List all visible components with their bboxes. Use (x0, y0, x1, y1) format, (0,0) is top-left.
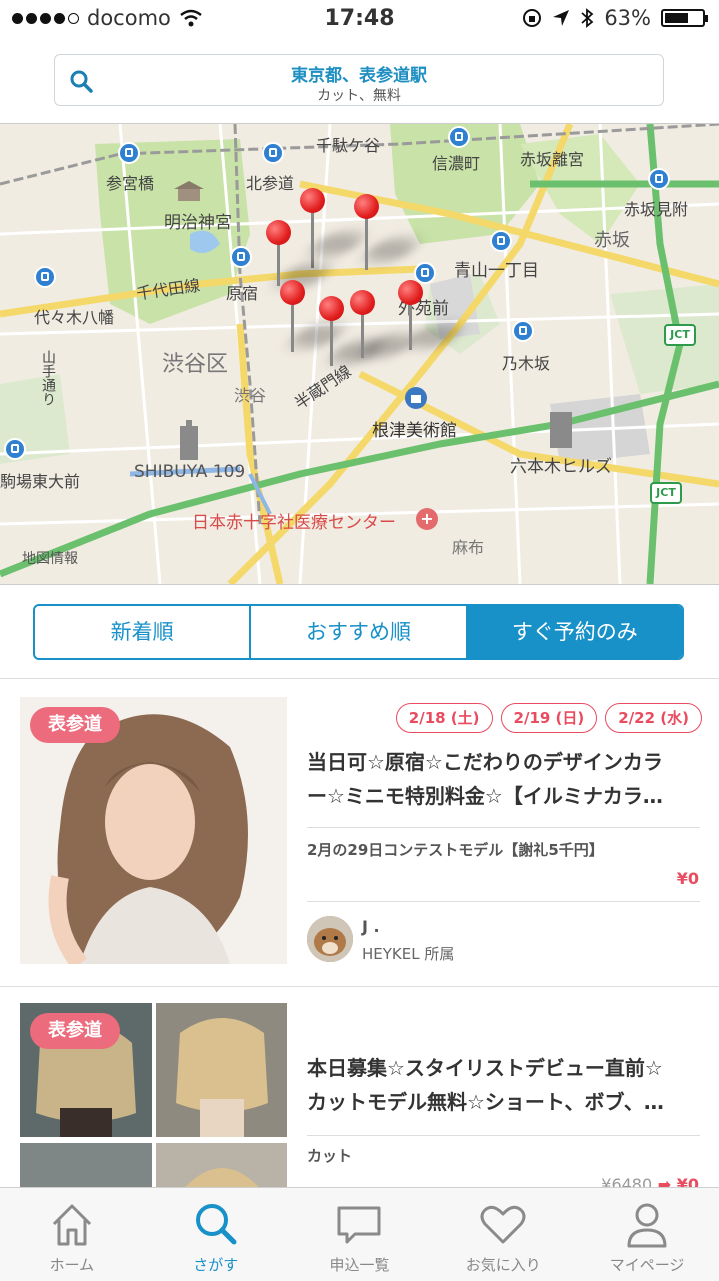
tab-applications[interactable]: 申込一覧 (288, 1188, 432, 1281)
tab-mypage[interactable]: マイページ (575, 1188, 719, 1281)
listing-card[interactable]: 表参道 2/18 (土) 2/19 (日) 2/22 (水) 当日可☆原宿☆こだ… (0, 679, 719, 985)
map-label: 原宿 (226, 284, 259, 303)
search-conditions: カット、無料 (317, 88, 401, 104)
area-badge: 表参道 (30, 707, 120, 743)
map-label: 信濃町 (432, 154, 481, 173)
map-label: 参宮橋 (106, 174, 155, 193)
date-chip: 2/22 (水) (605, 703, 702, 733)
station-icon (34, 266, 56, 288)
listing-card[interactable]: 表参道 本日募集☆スタイリストデビュー直前☆ カットモデル無料☆ショート、ボブ、… (0, 987, 719, 1194)
battery-icon (661, 9, 708, 27)
listing-title-line: カットモデル無料☆ショート、ボブ、… (307, 1090, 664, 1114)
map-label: 明治神宮 (164, 213, 232, 233)
chat-bubble-icon (337, 1206, 381, 1244)
battery-percent: 63% (604, 6, 651, 30)
tab-bar: ホーム さがす 申込一覧 お気に入り マイページ (0, 1187, 719, 1281)
sort-tab-newest[interactable]: 新着順 (35, 606, 252, 658)
divider (307, 901, 700, 902)
search-location: 東京都、表参道駅 (291, 66, 427, 86)
tab-search[interactable]: さがす (144, 1188, 288, 1281)
map-label: 山手通り (40, 350, 56, 406)
station-icon (230, 246, 252, 268)
station-icon (512, 320, 534, 342)
heart-icon (480, 1205, 526, 1244)
date-chip: 2/19 (日) (500, 703, 598, 733)
divider (307, 1135, 700, 1136)
stylist-shop: HEYKEL 所属 (362, 945, 455, 963)
station-icon (4, 438, 26, 460)
tab-label: 申込一覧 (329, 1256, 390, 1274)
listing-menu: 2月の29日コンテストモデル【謝礼5千円】 (307, 841, 604, 859)
station-icon (414, 262, 436, 284)
divider (307, 827, 700, 828)
map-label: 赤坂離宮 (520, 150, 585, 169)
map-label: 赤坂 (594, 230, 630, 251)
search-box[interactable]: 東京都、表参道駅 カット、無料 (54, 54, 664, 106)
listing-title-line: 当日可☆原宿☆こだわりのデザインカラ (307, 750, 663, 774)
station-icon (448, 126, 470, 148)
map-label-hospital: 日本赤十字社医療センター (192, 513, 396, 533)
status-bar: docomo 17:48 63% (0, 0, 719, 40)
bluetooth-icon (581, 8, 594, 28)
map-label: 根津美術館 (372, 421, 457, 441)
museum-icon (405, 387, 427, 409)
station-icon (490, 230, 512, 252)
map-info-link[interactable]: 地図情報 (22, 548, 78, 568)
listing-title-line: 本日募集☆スタイリストデビュー直前☆ (307, 1056, 663, 1080)
map-label: 赤坂見附 (624, 200, 689, 219)
home-icon (52, 1204, 91, 1246)
station-icon (648, 168, 670, 190)
map-label: SHIBUYA 109 (134, 462, 246, 482)
station-icon (262, 142, 284, 164)
sort-tab-recommended[interactable]: おすすめ順 (251, 606, 468, 658)
available-dates: 2/18 (土) 2/19 (日) 2/22 (水) (395, 703, 702, 733)
map-label: 六本木ヒルズ (510, 457, 612, 477)
hospital-icon: + (416, 508, 438, 530)
tab-label: さがす (193, 1256, 239, 1274)
stylist-name: J . (362, 917, 380, 936)
map-label: 渋谷 (234, 386, 267, 405)
map-label: 駒場東大前 (0, 472, 81, 491)
status-icons: 63% (522, 6, 708, 30)
date-chip: 2/18 (土) (395, 703, 493, 733)
search-icon (195, 1204, 237, 1245)
station-icon (118, 142, 140, 164)
building-icon (550, 412, 572, 448)
location-arrow-icon (553, 10, 570, 26)
listing-title-line: ー☆ミニモ特別料金☆【イルミナカラ… (307, 784, 663, 808)
map-label: 千駄ケ谷 (316, 136, 381, 155)
map-view[interactable]: 千駄ケ谷 信濃町 赤坂離宮 参宮橋 北参道 明治神宮 赤坂見附 赤坂 青山一丁目… (0, 123, 719, 585)
shrine-icon (174, 181, 204, 201)
listing-price: ¥0 (676, 869, 699, 888)
listing-title: 当日可☆原宿☆こだわりのデザインカラ ー☆ミニモ特別料金☆【イルミナカラ… (307, 745, 697, 813)
tab-label: ホーム (49, 1256, 95, 1274)
listing-menu: カット (307, 1147, 353, 1165)
sort-segmented-control: 新着順 おすすめ順 すぐ予約のみ (33, 604, 684, 660)
tab-favorites[interactable]: お気に入り (431, 1188, 575, 1281)
tab-label: マイページ (609, 1256, 685, 1274)
map-label-district: 渋谷区 (162, 352, 229, 377)
orientation-lock-icon (523, 9, 542, 27)
map-label: 麻布 (452, 538, 485, 557)
map-label: 青山一丁目 (454, 261, 539, 281)
building-icon (180, 420, 198, 460)
map-label: 北参道 (246, 174, 295, 193)
listing-title: 本日募集☆スタイリストデビュー直前☆ カットモデル無料☆ショート、ボブ、… (307, 1051, 697, 1119)
jct-sign: JCT (664, 324, 696, 346)
person-icon (627, 1203, 667, 1248)
map-label: 代々木八幡 (34, 308, 115, 327)
map-label: 乃木坂 (502, 354, 551, 373)
stylist-avatar (307, 916, 353, 962)
area-badge: 表参道 (30, 1013, 120, 1049)
sort-tab-instant-booking[interactable]: すぐ予約のみ (467, 606, 682, 658)
jct-sign: JCT (650, 482, 682, 504)
tab-home[interactable]: ホーム (0, 1188, 144, 1281)
tab-label: お気に入り (465, 1256, 541, 1274)
